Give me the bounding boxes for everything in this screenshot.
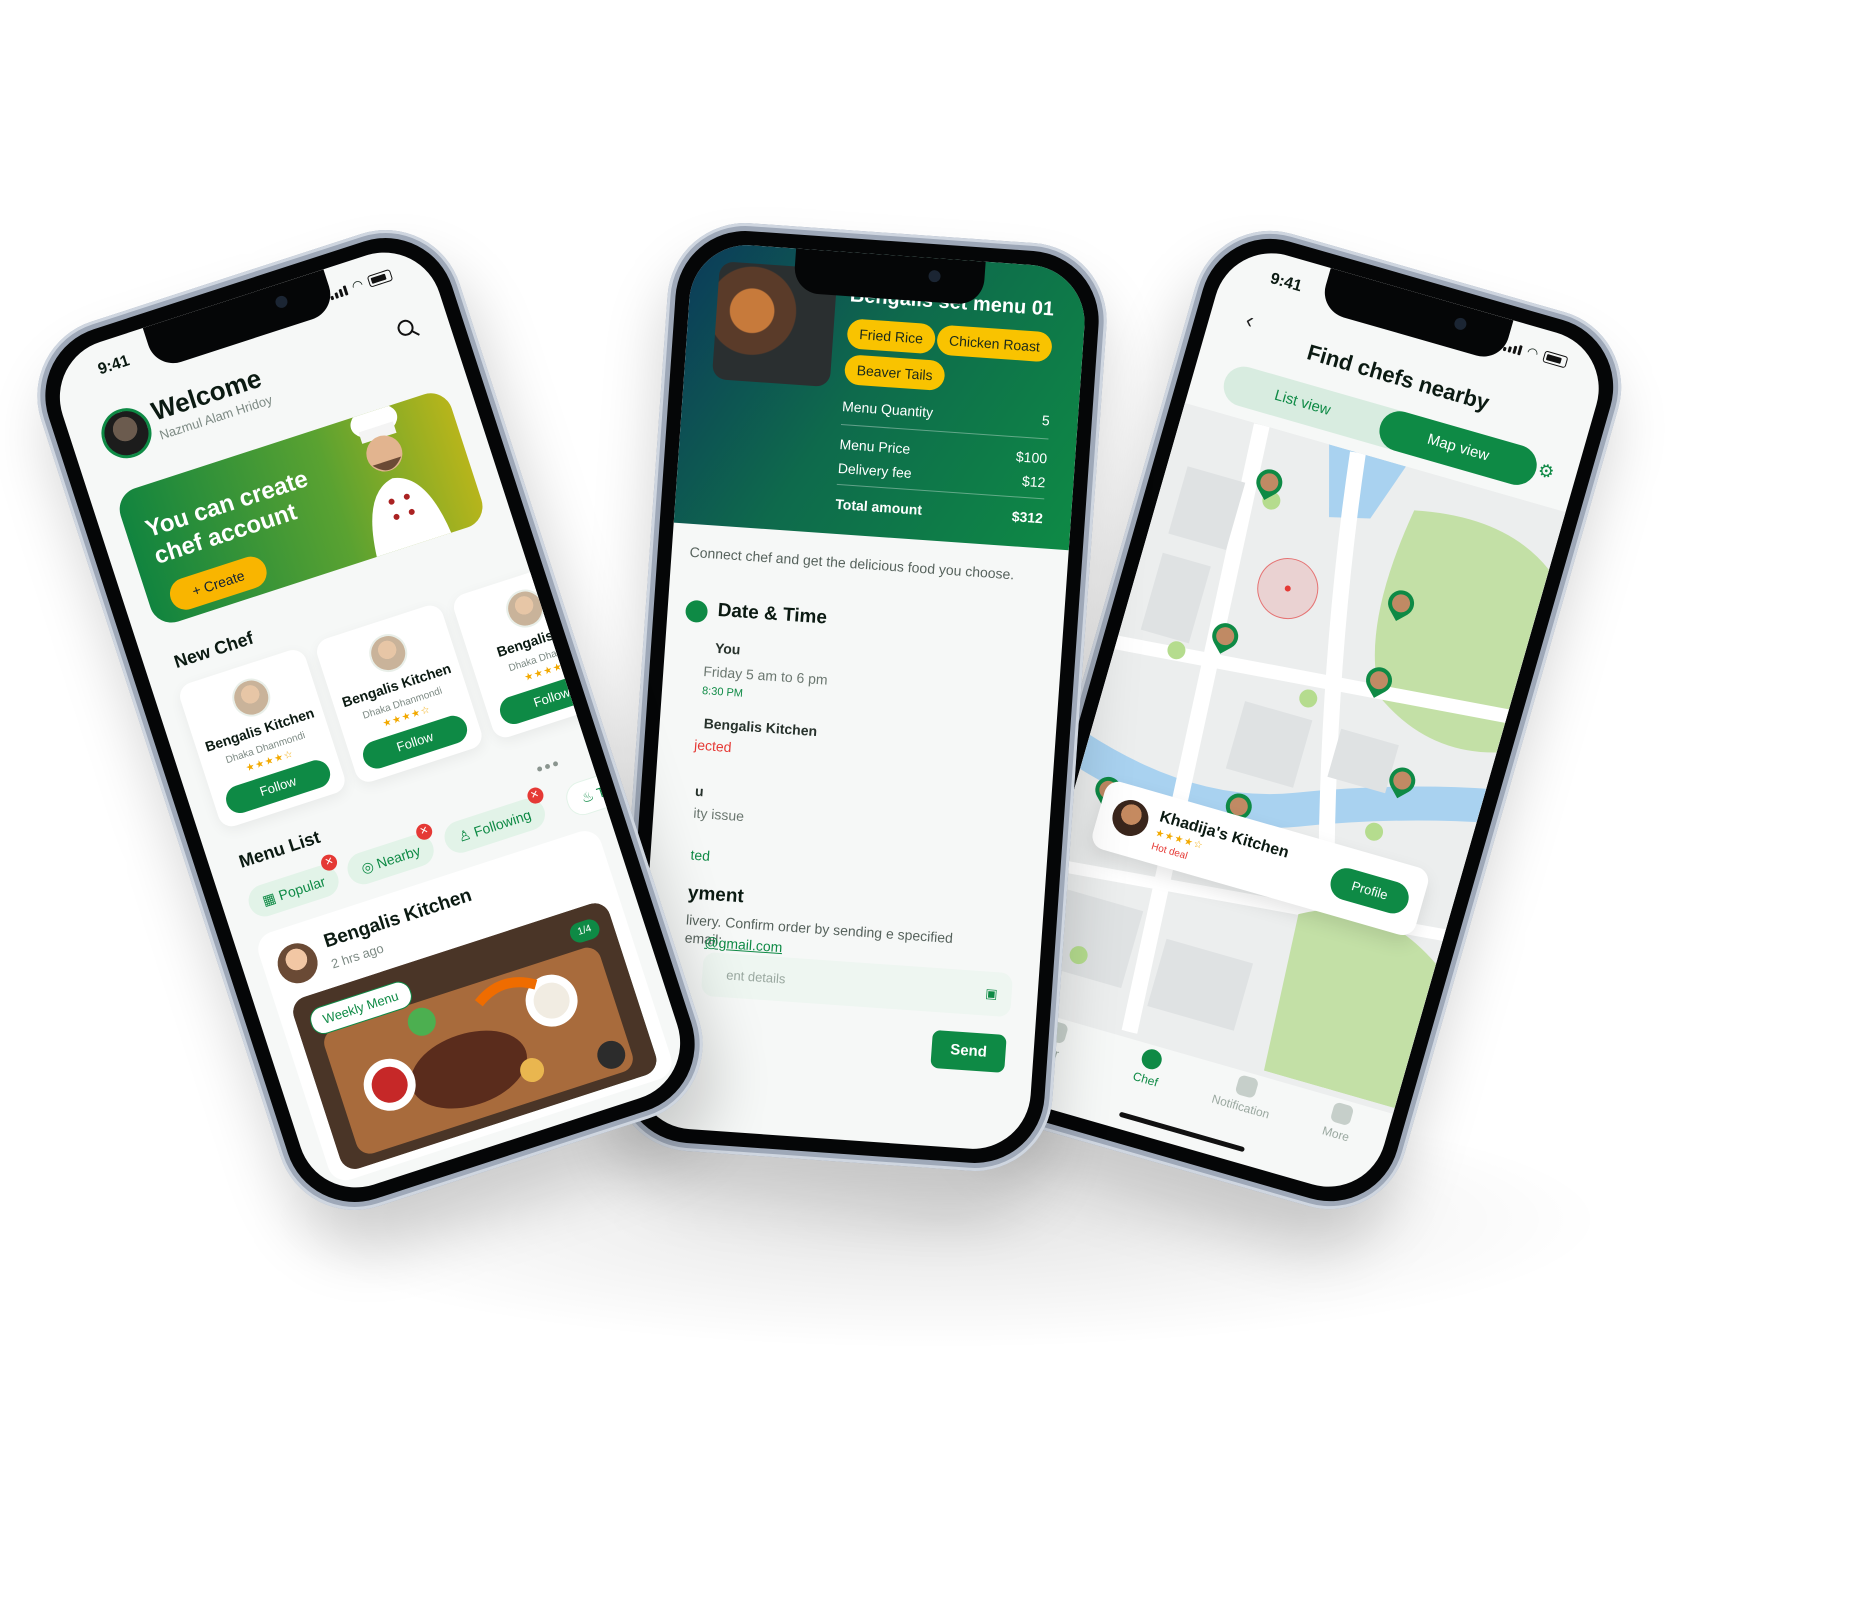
accepted-status: ted [690, 846, 711, 864]
menu-item-chip: Chicken Roast [936, 324, 1053, 363]
menu-list-heading: Menu List [236, 826, 323, 872]
map-view[interactable] [1012, 402, 1566, 1114]
remove-filter-icon[interactable]: ✕ [414, 821, 435, 842]
battery-icon [366, 268, 394, 288]
wifi-icon: ◠ [349, 276, 366, 295]
timestamp: 8:30 PM [701, 684, 744, 700]
banner-text: You can create chef account [142, 465, 312, 570]
total-row: Total amount $312 [834, 495, 1044, 527]
user-icon [1138, 1046, 1164, 1072]
map-canvas [1014, 402, 1566, 1109]
reply-sender: u [694, 782, 705, 800]
status-time: 9:41 [1268, 270, 1304, 296]
date-time-heading: Date & Time [716, 599, 828, 629]
calendar-icon [684, 599, 709, 624]
status-icons: ◠ [327, 268, 394, 301]
rejected-status: jected [693, 736, 733, 756]
menu-item-chip: Beaver Tails [843, 354, 946, 392]
profile-button[interactable]: Profile [1326, 864, 1413, 918]
kitchen-label: Bengalis Kitchen [703, 715, 818, 740]
remove-filter-icon[interactable]: ✕ [319, 852, 340, 873]
upload-image-icon[interactable]: ▣ [984, 972, 999, 1017]
quantity-row: Menu Quantity 5 [841, 398, 1051, 429]
phone-home: 9:41 ◠ Welcome Nazmul Alam Hridoy You ca… [17, 209, 723, 1231]
chef-illustration [350, 404, 456, 569]
payment-details-input[interactable]: ent details ▣ [700, 951, 1014, 1018]
signal-icon [328, 285, 349, 301]
bell-icon [1234, 1074, 1259, 1099]
battery-icon [1542, 350, 1569, 369]
more-dots-icon[interactable]: ••• [534, 753, 564, 781]
avatar [272, 938, 323, 989]
user-avatar[interactable] [94, 401, 158, 465]
wifi-icon: ◠ [1525, 343, 1541, 362]
time-range: Friday 5 am to 6 pm [702, 663, 829, 688]
intro-text: Connect chef and get the delicious food … [689, 543, 1015, 583]
avatar [364, 629, 413, 678]
avatar [227, 673, 276, 722]
avatar [1108, 795, 1153, 841]
search-icon[interactable] [394, 315, 422, 343]
status-time: 9:41 [96, 352, 132, 379]
filter-chip-popular[interactable]: ▦ Popular ✕ [244, 852, 344, 921]
status-icons: ◠ [1502, 339, 1569, 369]
screen-order: Bengalis set menu 01 Fried Rice Chicken … [631, 241, 1089, 1153]
filter-sliders-icon[interactable]: ⚙ [1535, 459, 1562, 486]
post-title: Bengalis Kitchen [321, 884, 475, 953]
send-button[interactable]: Send [930, 1029, 1007, 1073]
remove-filter-icon[interactable]: ✕ [524, 785, 546, 806]
payment-heading: yment [687, 882, 745, 908]
you-label: You [714, 639, 741, 658]
reply-reason: ity issue [692, 804, 745, 825]
menu-item-chip: Fried Rice [846, 318, 936, 355]
grid-icon [1329, 1101, 1354, 1127]
screen-home: 9:41 ◠ Welcome Nazmul Alam Hridoy You ca… [44, 237, 696, 1203]
filter-chip-nearby[interactable]: ◎ Nearby ✕ [343, 821, 439, 889]
